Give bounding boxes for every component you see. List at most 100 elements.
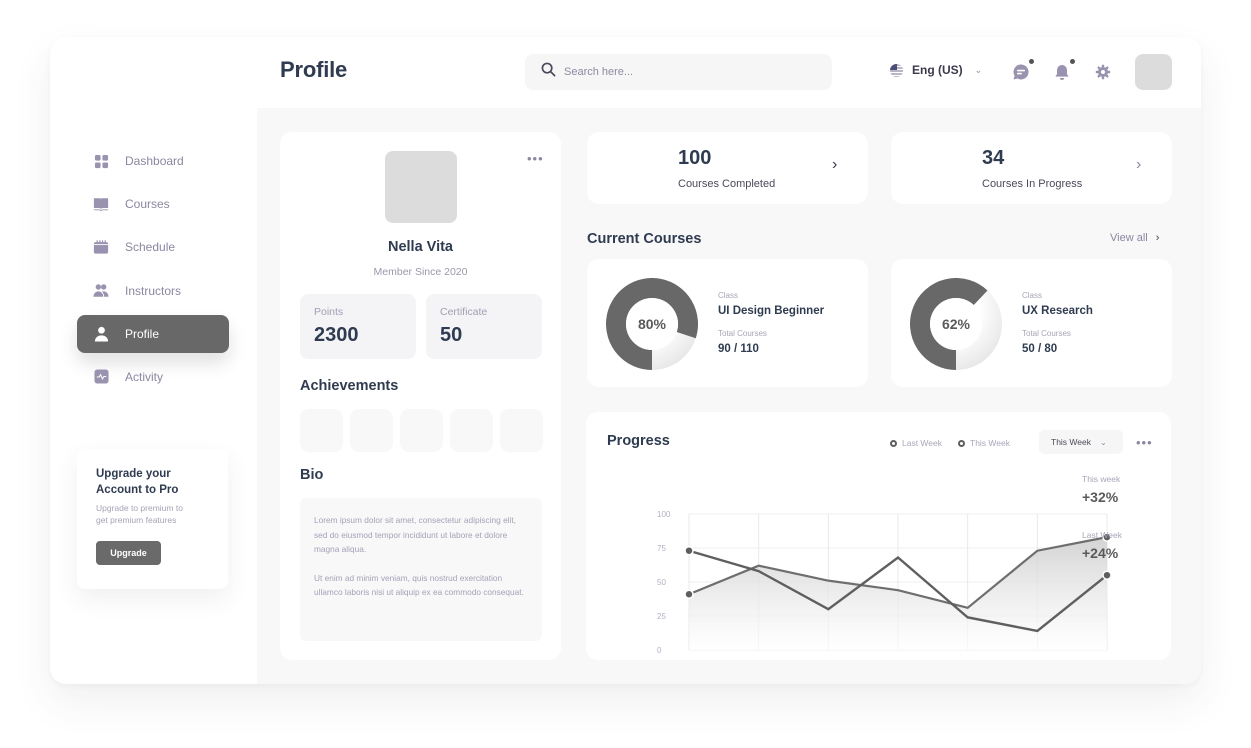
side-stat-label: This week <box>1082 474 1121 484</box>
chat-icon <box>1013 64 1029 80</box>
stat-label: Certificate <box>440 306 488 318</box>
upgrade-card: Upgrade your Account to Pro Upgrade to pr… <box>77 449 228 589</box>
y-tick-label: 25 <box>657 612 666 621</box>
flag-us-icon <box>890 63 903 77</box>
course-card[interactable]: 80% Class UI Design Beginner Total Cours… <box>587 259 868 387</box>
sidebar-item-activity[interactable]: Activity <box>77 358 229 396</box>
summary-label: Courses In Progress <box>982 178 1083 190</box>
course-percent: 80% <box>637 316 667 332</box>
this-week-stat: This week +32% <box>1082 474 1120 505</box>
search-icon <box>541 62 556 82</box>
summary-label: Courses Completed <box>678 178 776 190</box>
achievement-badge[interactable] <box>300 409 343 452</box>
course-card[interactable]: 62% Class UX Research Total Courses 50 /… <box>891 259 1172 387</box>
summary-value: 34 <box>982 147 1005 169</box>
sidebar-item-courses[interactable]: Courses <box>77 185 229 223</box>
progress-card: Progress Last Week This Week This Week ⌄… <box>586 412 1171 660</box>
course-info: Class UI Design Beginner Total Courses 9… <box>718 291 824 355</box>
class-label: Class <box>718 291 739 300</box>
users-icon <box>93 283 109 299</box>
achievements-list <box>300 409 543 452</box>
sidebar-item-dashboard[interactable]: Dashboard <box>77 142 229 180</box>
book-icon <box>93 196 109 212</box>
messages-button[interactable] <box>1012 59 1034 81</box>
sidebar-item-label: Instructors <box>125 283 182 298</box>
chevron-right-icon[interactable]: › <box>1136 156 1141 174</box>
total-courses-value: 90 / 110 <box>718 343 759 355</box>
calendar-icon <box>93 239 109 255</box>
bell-icon <box>1055 65 1069 80</box>
y-tick-label: 100 <box>657 510 671 519</box>
last-week-stat: Last Week +24% <box>1082 530 1122 561</box>
stat-value: 2300 <box>314 324 359 346</box>
notifications-button[interactable] <box>1053 59 1075 81</box>
app-window: Profile Eng (US) ⌄ Dashboard Courses <box>50 37 1201 684</box>
sidebar-nav: Dashboard Courses Schedule Instructors P… <box>77 142 229 401</box>
total-courses-label: Total Courses <box>1022 329 1071 338</box>
y-tick-label: 75 <box>657 544 666 553</box>
course-info: Class UX Research Total Courses 50 / 80 <box>1022 291 1093 355</box>
sidebar-item-schedule[interactable]: Schedule <box>77 228 229 266</box>
page-title: Profile <box>280 57 348 82</box>
search-input[interactable] <box>564 66 804 78</box>
data-point <box>684 589 694 599</box>
notification-dot <box>1070 59 1075 64</box>
certificate-stat: Certificate 50 <box>426 294 542 359</box>
sidebar-item-label: Activity <box>125 369 164 384</box>
total-courses-value: 50 / 80 <box>1022 343 1058 355</box>
upgrade-description: Upgrade to premium to get premium feature… <box>96 503 183 525</box>
sidebar-item-label: Profile <box>125 326 160 341</box>
search-bar[interactable] <box>525 54 832 90</box>
sidebar-item-label: Dashboard <box>125 154 184 168</box>
data-point <box>1102 570 1112 580</box>
gear-icon <box>1095 64 1111 80</box>
course-name: UI Design Beginner <box>718 305 825 317</box>
current-courses-heading: Current Courses <box>587 231 702 247</box>
achievement-badge[interactable] <box>400 409 443 452</box>
bio-box: Lorem ipsum dolor sit amet, consectetur … <box>300 498 542 641</box>
course-name: UX Research <box>1022 305 1093 317</box>
achievement-badge[interactable] <box>500 409 543 452</box>
activity-icon <box>93 369 109 385</box>
language-label: Eng (US) <box>912 63 963 77</box>
profile-avatar <box>385 151 457 223</box>
chevron-down-icon: ⌄ <box>974 64 983 75</box>
upgrade-title: Upgrade your Account to Pro <box>96 468 179 496</box>
notification-dot <box>1029 59 1034 64</box>
user-avatar[interactable] <box>1135 54 1172 90</box>
sidebar-item-instructors[interactable]: Instructors <box>77 272 229 310</box>
total-courses-label: Total Courses <box>718 329 767 338</box>
profile-name: Nella Vita <box>387 239 454 255</box>
achievement-badge[interactable] <box>450 409 493 452</box>
member-since: Member Since 2020 <box>373 266 468 278</box>
courses-in-progress-card[interactable]: 34 Courses In Progress › <box>891 132 1172 204</box>
user-icon <box>93 326 109 342</box>
side-stat-label: Last Week <box>1082 530 1123 540</box>
bio-heading: Bio <box>300 467 324 483</box>
settings-button[interactable] <box>1094 63 1112 81</box>
points-stat: Points 2300 <box>300 294 416 359</box>
class-label: Class <box>1022 291 1043 300</box>
upgrade-button[interactable]: Upgrade <box>96 541 161 565</box>
achievement-badge[interactable] <box>350 409 393 452</box>
chevron-right-icon: › <box>1155 232 1160 244</box>
side-stat-value: +24% <box>1082 545 1119 561</box>
profile-more-button[interactable]: ••• <box>527 152 544 165</box>
side-stat-value: +32% <box>1082 489 1119 505</box>
grid-icon <box>93 153 109 169</box>
chevron-right-icon[interactable]: › <box>832 156 837 174</box>
course-percent: 62% <box>941 316 971 332</box>
sidebar-item-profile[interactable]: Profile <box>77 314 229 353</box>
profile-card: ••• Nella Vita Member Since 2020 Points … <box>280 132 561 660</box>
bio-paragraph: Ut enim ad minim veniam, quis nostrud ex… <box>314 572 524 598</box>
sidebar-item-label: Schedule <box>125 240 176 255</box>
sidebar-item-label: Courses <box>125 197 170 212</box>
language-selector[interactable]: Eng (US) ⌄ <box>890 63 982 77</box>
data-point <box>684 545 694 556</box>
y-tick-label: 0 <box>657 646 662 655</box>
courses-completed-card[interactable]: 100 Courses Completed › <box>587 132 868 204</box>
bio-paragraph: Lorem ipsum dolor sit amet, consectetur … <box>314 515 516 554</box>
summary-value: 100 <box>678 147 712 169</box>
view-all-link[interactable]: View all › <box>1110 232 1159 244</box>
stat-label: Points <box>314 306 344 318</box>
